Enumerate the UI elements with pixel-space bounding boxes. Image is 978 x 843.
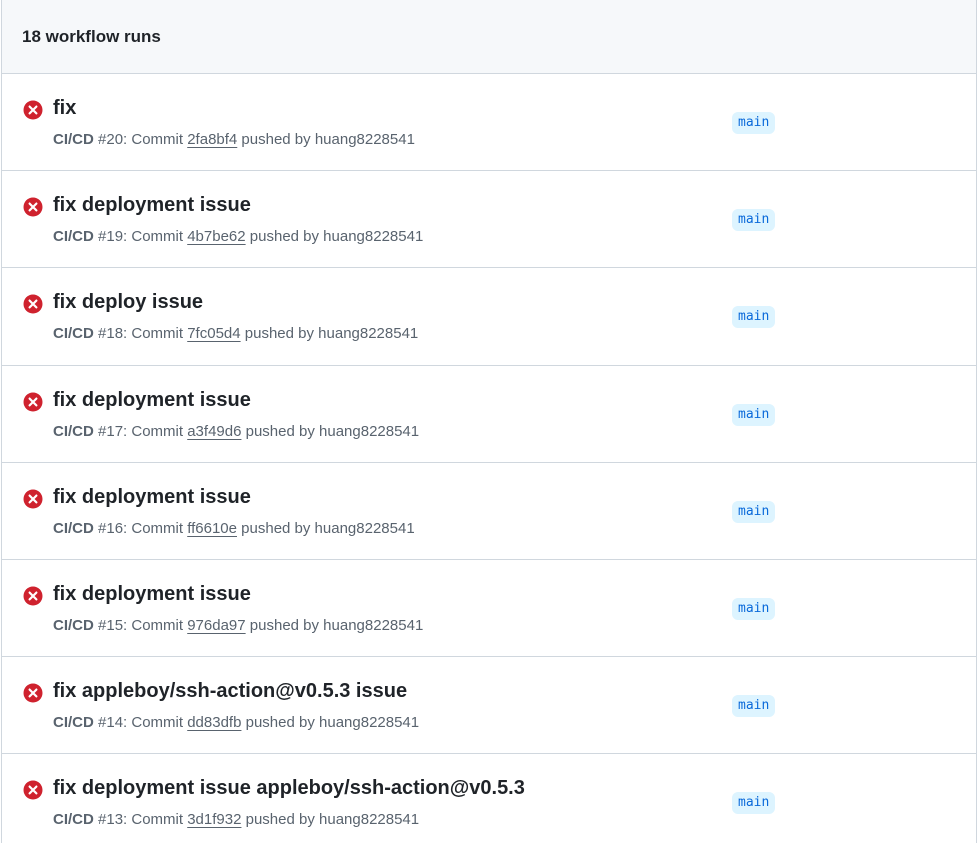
commit-sha-link[interactable]: 976da97: [187, 617, 245, 634]
workflow-runs-box: 18 workflow runs fix CI/CD #20: Commit 2…: [1, 0, 977, 843]
x-circle-fill-icon: [23, 392, 43, 412]
commit-sha-link[interactable]: ff6610e: [187, 520, 237, 537]
workflow-run-row[interactable]: fix appleboy/ssh-action@v0.5.3 issue CI/…: [2, 657, 976, 755]
run-title-link[interactable]: fix deployment issue: [53, 583, 251, 606]
run-number-text: #13: Commit: [93, 811, 188, 829]
branch-label[interactable]: main: [732, 597, 776, 620]
x-circle-fill-icon: [23, 197, 43, 217]
run-meta: CI/CD #18: Commit 7fc05d4 pushed by huan…: [53, 325, 418, 342]
branch-label[interactable]: main: [732, 695, 776, 718]
pushed-by-text: pushed by huang8228541: [237, 519, 415, 537]
commit-sha-link[interactable]: 4b7be62: [187, 228, 245, 245]
pushed-by-text: pushed by huang8228541: [245, 228, 424, 246]
commit-sha-link[interactable]: a3f49d6: [187, 423, 241, 440]
x-circle-fill-icon: [23, 780, 43, 800]
pushed-by-text: pushed by huang8228541: [240, 325, 419, 343]
commit-sha-link[interactable]: dd83dfb: [187, 714, 241, 731]
workflow-name: CI/CD: [53, 131, 94, 148]
workflow-run-row[interactable]: fix deployment issue CI/CD #19: Commit 4…: [2, 171, 976, 269]
pushed-by-text: pushed by huang8228541: [241, 422, 420, 440]
workflow-run-row[interactable]: fix deployment issue CI/CD #16: Commit f…: [2, 463, 976, 560]
run-meta: CI/CD #14: Commit dd83dfb pushed by huan…: [53, 714, 419, 731]
run-number-text: #17: Commit: [93, 422, 188, 440]
run-number-text: #18: Commit: [93, 325, 188, 343]
run-number-text: #16: Commit: [93, 519, 188, 537]
workflow-run-row[interactable]: fix deployment issue appleboy/ssh-action…: [2, 754, 976, 843]
pushed-by-text: pushed by huang8228541: [241, 811, 420, 829]
run-title-link[interactable]: fix deploy issue: [53, 291, 203, 314]
run-number-text: #14: Commit: [93, 714, 188, 732]
x-circle-fill-icon: [23, 683, 43, 703]
run-meta: CI/CD #20: Commit 2fa8bf4 pushed by huan…: [53, 131, 415, 148]
run-number-text: #19: Commit: [93, 228, 188, 246]
branch-label[interactable]: main: [732, 500, 776, 523]
workflow-run-row[interactable]: fix deployment issue CI/CD #15: Commit 9…: [2, 560, 976, 658]
workflow-run-row[interactable]: fix deployment issue CI/CD #17: Commit a…: [2, 366, 976, 463]
pushed-by-text: pushed by huang8228541: [245, 616, 424, 634]
workflow-name: CI/CD: [53, 519, 94, 537]
x-circle-fill-icon: [23, 586, 43, 606]
workflow-runs-header: 18 workflow runs: [2, 0, 976, 74]
run-number-text: #20: Commit: [93, 131, 188, 148]
workflow-run-row[interactable]: fix CI/CD #20: Commit 2fa8bf4 pushed by …: [2, 74, 976, 172]
pushed-by-text: pushed by huang8228541: [241, 714, 420, 732]
run-title-link[interactable]: fix deployment issue: [53, 486, 251, 509]
branch-label[interactable]: main: [732, 306, 776, 329]
branch-label[interactable]: main: [732, 792, 776, 815]
workflow-name: CI/CD: [53, 714, 94, 732]
run-meta: CI/CD #17: Commit a3f49d6 pushed by huan…: [53, 423, 419, 440]
workflow-name: CI/CD: [53, 325, 94, 343]
x-circle-fill-icon: [23, 100, 43, 120]
workflow-name: CI/CD: [53, 616, 94, 634]
workflow-name: CI/CD: [53, 422, 94, 440]
workflow-run-row[interactable]: fix deploy issue CI/CD #18: Commit 7fc05…: [2, 268, 976, 366]
workflow-name: CI/CD: [53, 228, 94, 246]
workflow-name: CI/CD: [53, 811, 94, 829]
run-title-link[interactable]: fix deployment issue: [53, 194, 251, 217]
run-meta: CI/CD #16: Commit ff6610e pushed by huan…: [53, 520, 415, 537]
x-circle-fill-icon: [23, 489, 43, 509]
run-meta: CI/CD #19: Commit 4b7be62 pushed by huan…: [53, 228, 423, 245]
workflow-runs-count: 18 workflow runs: [22, 26, 161, 46]
branch-label[interactable]: main: [732, 112, 776, 134]
run-number-text: #15: Commit: [93, 616, 188, 634]
run-title-link[interactable]: fix: [53, 97, 76, 120]
run-title-link[interactable]: fix deployment issue appleboy/ssh-action…: [53, 777, 525, 800]
pushed-by-text: pushed by huang8228541: [237, 131, 415, 148]
run-title-link[interactable]: fix appleboy/ssh-action@v0.5.3 issue: [53, 680, 407, 703]
run-meta: CI/CD #15: Commit 976da97 pushed by huan…: [53, 617, 423, 634]
commit-sha-link[interactable]: 7fc05d4: [187, 325, 240, 342]
run-meta: CI/CD #13: Commit 3d1f932 pushed by huan…: [53, 811, 419, 828]
branch-label[interactable]: main: [732, 403, 776, 426]
run-title-link[interactable]: fix deployment issue: [53, 389, 251, 412]
commit-sha-link[interactable]: 2fa8bf4: [187, 131, 237, 148]
x-circle-fill-icon: [23, 294, 43, 314]
commit-sha-link[interactable]: 3d1f932: [187, 811, 241, 828]
branch-label[interactable]: main: [732, 209, 776, 232]
